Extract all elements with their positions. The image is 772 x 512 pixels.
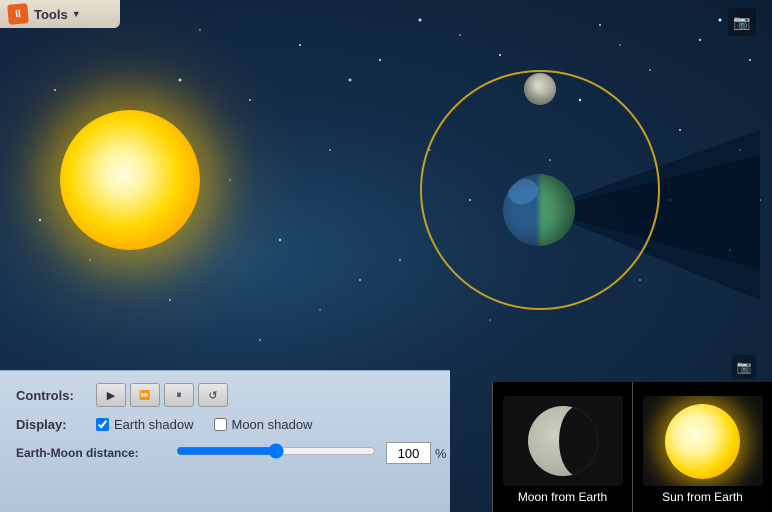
- main-container: 📷 Diagram not to scale. il Tools ▼ Contr…: [0, 0, 772, 512]
- display-options-row: Display: Earth shadow Moon shadow: [16, 417, 434, 432]
- sun-panel-label: Sun from Earth: [662, 490, 743, 504]
- distance-label: Earth-Moon distance:: [16, 446, 156, 460]
- tools-dropdown-arrow[interactable]: ▼: [72, 9, 81, 19]
- percent-label: %: [435, 446, 447, 461]
- screenshot-button-preview[interactable]: 📷: [732, 355, 756, 379]
- pause-button[interactable]: ⏸: [164, 383, 194, 407]
- distance-slider[interactable]: [176, 443, 376, 459]
- controls-label: Controls:: [16, 388, 86, 403]
- play-button[interactable]: ▶: [96, 383, 126, 407]
- moon-preview-panel: Moon from Earth: [492, 382, 632, 512]
- moon: [524, 73, 556, 105]
- sun-preview-panel: Sun from Earth: [632, 382, 772, 512]
- distance-slider-container: [176, 443, 376, 464]
- app-logo: il: [7, 3, 29, 25]
- preview-panels: Moon from Earth Sun from Earth: [492, 382, 772, 512]
- earth-shadow-label: Earth shadow: [114, 417, 194, 432]
- moon-shadow-label: Moon shadow: [232, 417, 313, 432]
- moon-crescent: [523, 401, 603, 481]
- moon-panel-label: Moon from Earth: [518, 490, 607, 504]
- sun-preview-circle: [665, 404, 740, 479]
- moon-sphere: [528, 406, 598, 476]
- moon-shadow-overlay: [559, 406, 598, 476]
- sun-preview-image: [643, 396, 763, 486]
- earth-shadow-checkbox[interactable]: [96, 418, 109, 431]
- distance-value-input[interactable]: [386, 442, 431, 464]
- tools-label: Tools: [34, 7, 68, 22]
- earth: [503, 174, 575, 246]
- moon-shadow-checkbox[interactable]: [214, 418, 227, 431]
- sun: [60, 110, 200, 250]
- controls-panel: Controls: ▶ ⏩ ⏸ ↺ Display: Earth shadow …: [0, 370, 450, 512]
- moon-preview-image: [503, 396, 623, 486]
- fast-forward-button[interactable]: ⏩: [130, 383, 160, 407]
- moon-shadow-checkbox-label[interactable]: Moon shadow: [214, 417, 313, 432]
- playback-controls-row: Controls: ▶ ⏩ ⏸ ↺: [16, 383, 434, 407]
- screenshot-button-main[interactable]: 📷: [728, 8, 756, 36]
- distance-row: Earth-Moon distance: %: [16, 442, 434, 464]
- earth-shadow-checkbox-label[interactable]: Earth shadow: [96, 417, 194, 432]
- earth-surface: [503, 174, 575, 246]
- reset-button[interactable]: ↺: [198, 383, 228, 407]
- display-label: Display:: [16, 417, 86, 432]
- tools-bar: il Tools ▼: [0, 0, 120, 28]
